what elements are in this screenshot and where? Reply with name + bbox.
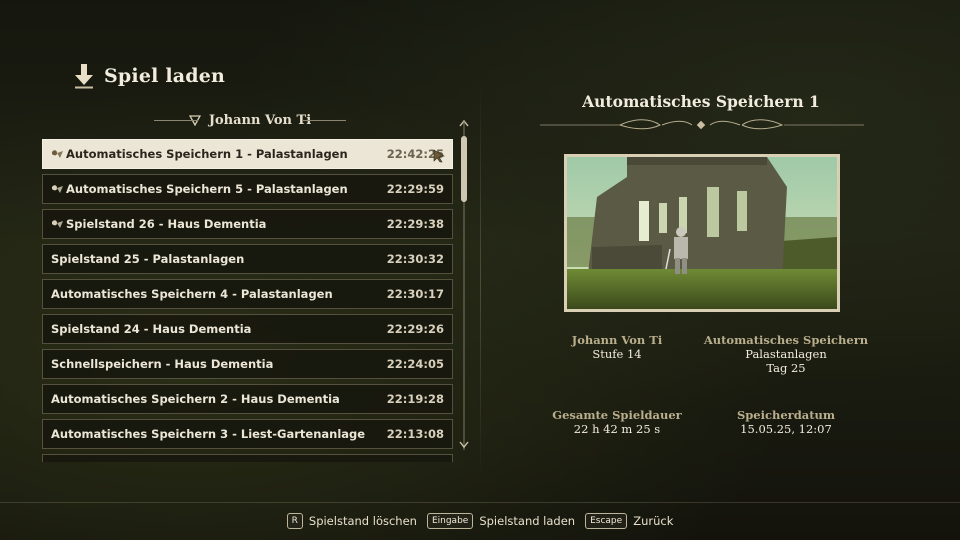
save-type-info: Automatisches Speichern Palastanlagen Ta… <box>700 333 872 375</box>
save-date-label: Speicherdatum <box>736 408 836 422</box>
save-slot-time: 22:29:59 <box>386 182 444 196</box>
save-list[interactable]: Automatisches Speichern 1 - Palastanlage… <box>42 139 453 462</box>
save-slot-time: 22:24:05 <box>386 357 444 371</box>
playtime-value: 22 h 42 m 25 s <box>573 422 661 436</box>
save-slot[interactable]: Spielstand 24 - Haus Dementia 22:29:26 <box>42 314 453 344</box>
footer-hint[interactable]: Escape Zurück <box>585 513 673 529</box>
save-date-info: Speicherdatum 15.05.25, 12:07 <box>700 408 872 436</box>
playtime-label: Gesamte Spieldauer <box>552 408 682 422</box>
down-arrow-icon <box>75 64 93 89</box>
save-slot[interactable]: Automatisches Speichern 4 - Palastanlage… <box>42 279 453 309</box>
save-slot-partial[interactable] <box>42 454 453 462</box>
character-level: Stufe 14 <box>592 347 642 361</box>
save-slot-time: 22:30:17 <box>386 287 444 301</box>
key-badge: Escape <box>585 513 628 529</box>
character-name: Johann Von Ti <box>571 333 663 347</box>
save-slot-name: Automatisches Speichern 2 - Haus Dementi… <box>51 392 340 406</box>
save-slot[interactable]: Automatisches Speichern 1 - Palastanlage… <box>42 139 453 169</box>
save-slot-time: 22:29:38 <box>386 217 444 231</box>
save-slot[interactable]: Schnellspeichern - Haus Dementia 22:24:05 <box>42 349 453 379</box>
profile-header: Johann Von Ti <box>150 112 350 128</box>
page-title: Spiel laden <box>104 65 226 87</box>
save-slot-name: Schnellspeichern - Haus Dementia <box>51 357 274 371</box>
save-date-value: 15.05.25, 12:07 <box>740 422 832 436</box>
save-slot-name: Spielstand 26 - Haus Dementia <box>66 217 267 231</box>
save-slot-time: 22:29:26 <box>386 322 444 336</box>
preview-scene <box>567 157 837 309</box>
save-slot-name: Spielstand 25 - Palastanlagen <box>51 252 245 266</box>
save-slot-name: Automatisches Speichern 4 - Palastanlage… <box>51 287 333 301</box>
footer-hint[interactable]: Eingabe Spielstand laden <box>426 513 576 529</box>
footer-hint-label: Spielstand laden <box>479 514 576 528</box>
footer-divider <box>0 502 960 503</box>
footer-hints: R Spielstand löschen Eingabe Spielstand lad… <box>0 513 960 529</box>
panel-divider <box>480 80 481 480</box>
save-slot[interactable]: Spielstand 26 - Haus Dementia 22:29:38 <box>42 209 453 239</box>
ornament-left <box>154 120 198 121</box>
save-slot[interactable]: Spielstand 25 - Palastanlagen 22:30:32 <box>42 244 453 274</box>
footer-hint[interactable]: R Spielstand löschen <box>286 513 417 529</box>
save-slot-name: Automatisches Speichern 1 - Palastanlage… <box>66 147 348 161</box>
save-day: Tag 25 <box>766 361 806 375</box>
playtime-info: Gesamte Spieldauer 22 h 42 m 25 s <box>550 408 684 436</box>
save-preview-image <box>564 154 840 312</box>
scrollbar-thumb[interactable] <box>461 136 467 202</box>
footer-hint-label: Spielstand löschen <box>308 514 417 528</box>
save-slot-name: Automatisches Speichern 3 - Liest-Garten… <box>51 427 366 441</box>
save-location: Palastanlagen <box>745 347 827 361</box>
save-type-label: Automatisches Speichern <box>703 333 869 347</box>
detail-title: Automatisches Speichern 1 <box>582 92 820 111</box>
page-header: Spiel laden <box>72 62 225 90</box>
autosave-icon <box>52 149 63 158</box>
save-slot-name: Spielstand 24 - Haus Dementia <box>51 322 252 336</box>
key-badge: Eingabe <box>426 513 474 529</box>
cursor-icon <box>433 149 445 163</box>
ornament-divider <box>540 119 864 130</box>
autosave-icon <box>52 184 63 193</box>
autosave-icon <box>52 219 63 228</box>
character-info: Johann Von Ti Stufe 14 <box>550 333 684 361</box>
scroll-down-icon[interactable] <box>458 440 470 450</box>
save-slot-time: 22:30:32 <box>386 252 444 266</box>
save-slot[interactable]: Automatisches Speichern 2 - Haus Dementi… <box>42 384 453 414</box>
save-slot[interactable]: Automatisches Speichern 3 - Liest-Garten… <box>42 419 453 449</box>
save-slot[interactable]: Automatisches Speichern 5 - Palastanlage… <box>42 174 453 204</box>
save-slot-time: 22:19:28 <box>386 392 444 406</box>
ornament-right <box>302 120 346 121</box>
save-slot-name: Automatisches Speichern 5 - Palastanlage… <box>66 182 348 196</box>
footer-hint-label: Zurück <box>633 514 674 528</box>
key-badge: R <box>286 513 303 529</box>
save-slot-time: 22:13:08 <box>386 427 444 441</box>
profile-name: Johann Von Ti <box>208 112 312 128</box>
